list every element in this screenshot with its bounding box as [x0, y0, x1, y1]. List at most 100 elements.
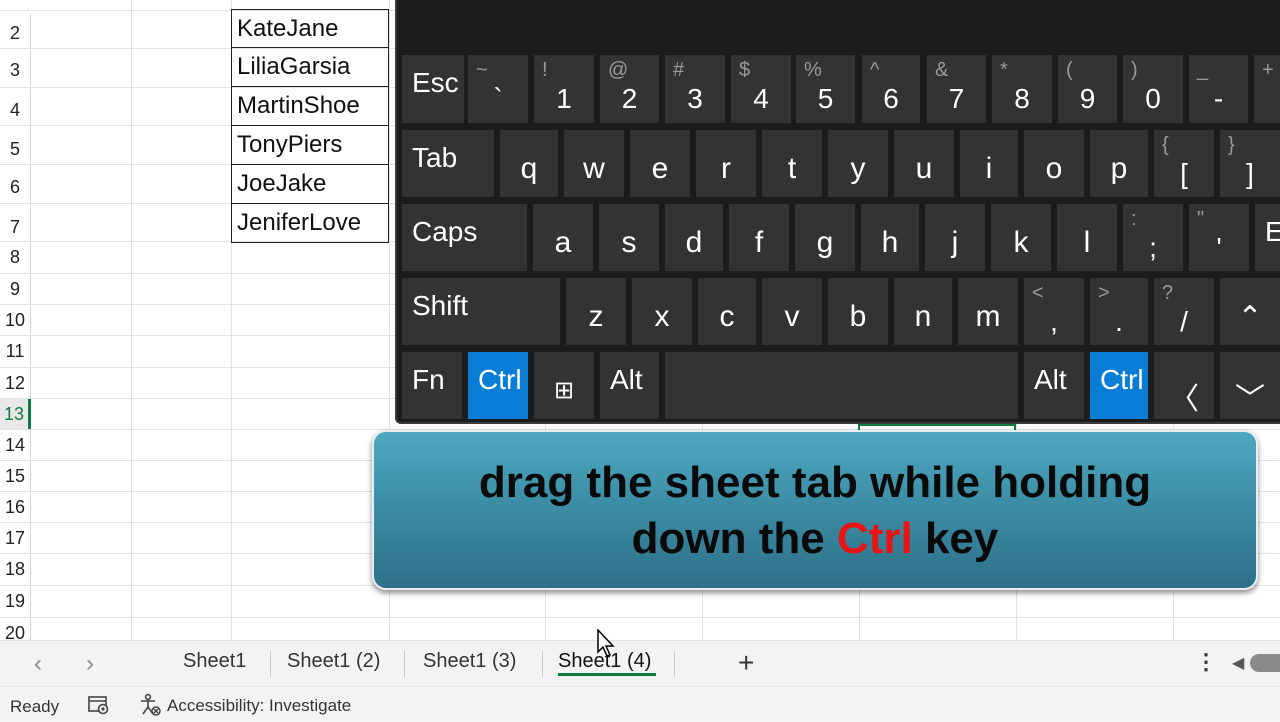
key-][interactable]: }] [1220, 130, 1280, 197]
key-〈[interactable]: 〈 [1154, 352, 1214, 419]
key-shift-label: ) [1131, 59, 1138, 81]
key-alt[interactable]: Alt [1024, 352, 1084, 419]
key-.[interactable]: >. [1090, 278, 1148, 345]
macro-recorder-icon[interactable] [88, 695, 110, 720]
key-x[interactable]: x [632, 278, 692, 345]
key-ctrl[interactable]: Ctrl [1090, 352, 1148, 419]
name-cell[interactable]: JeniferLove [231, 204, 389, 243]
key-shift[interactable]: Shift [402, 278, 560, 345]
key-[[interactable]: {[ [1154, 130, 1214, 197]
key-fn[interactable]: Fn [402, 352, 462, 419]
key-caps[interactable]: Caps [402, 204, 527, 271]
key-label: s [621, 226, 637, 259]
key-p[interactable]: p [1090, 130, 1148, 197]
key-'[interactable]: " ' [1189, 204, 1249, 271]
sheet-tab-1[interactable]: Sheet1 [183, 650, 246, 673]
row-number[interactable]: 13 [0, 399, 31, 430]
sheet-tab-3[interactable]: Sheet1 (3) [423, 650, 516, 673]
key-r[interactable]: r [696, 130, 756, 197]
key-9[interactable]: (9 [1058, 55, 1117, 123]
key-a[interactable]: a [533, 204, 593, 271]
key-g[interactable]: g [795, 204, 855, 271]
key--[interactable]: _ - [1189, 55, 1248, 123]
key-l[interactable]: l [1057, 204, 1117, 271]
key-8[interactable]: * 8 [992, 55, 1052, 123]
name-cell[interactable]: TonyPiers [231, 126, 389, 165]
add-sheet-button[interactable]: + [738, 647, 754, 679]
key-2[interactable]: @2 [600, 55, 659, 123]
key-t[interactable]: t [762, 130, 822, 197]
key-`[interactable]: ~ ` [468, 55, 528, 123]
key-f[interactable]: f [729, 204, 789, 271]
key-v[interactable]: v [762, 278, 822, 345]
row-number[interactable]: 8 [0, 242, 31, 273]
key-/[interactable]: ? / [1154, 278, 1214, 345]
key-﹀[interactable]: ﹀ [1220, 352, 1280, 419]
horizontal-scrollbar[interactable] [1250, 654, 1280, 672]
key-h[interactable]: h [861, 204, 919, 271]
name-cell[interactable]: KateJane [231, 9, 389, 48]
row-number[interactable]: 14 [0, 430, 31, 461]
key-d[interactable]: d [665, 204, 723, 271]
key-u[interactable]: u [894, 130, 954, 197]
key-w[interactable]: w [564, 130, 624, 197]
key-7[interactable]: & 7 [927, 55, 986, 123]
row-number[interactable]: 3 [0, 51, 31, 90]
key-i[interactable]: i [960, 130, 1018, 197]
key-ctrl[interactable]: Ctrl [468, 352, 528, 419]
key-e[interactable]: e [630, 130, 690, 197]
tab-separator [542, 651, 543, 677]
key-space[interactable] [665, 352, 1018, 419]
row-number[interactable]: 15 [0, 461, 31, 492]
row-number[interactable]: 20 [0, 618, 31, 640]
key-tab[interactable]: Tab [402, 130, 494, 197]
row-number[interactable]: 12 [0, 368, 31, 399]
grid-column-line [131, 0, 132, 640]
key-s[interactable]: s [599, 204, 659, 271]
key-1[interactable]: ! 1 [534, 55, 594, 123]
row-number[interactable]: 16 [0, 492, 31, 523]
key-z[interactable]: z [566, 278, 626, 345]
key-b[interactable]: b [828, 278, 888, 345]
key-5[interactable]: % 5 [796, 55, 855, 123]
row-number[interactable]: 9 [0, 274, 31, 305]
key-⌃[interactable]: ⌃ [1220, 278, 1280, 345]
row-number[interactable]: 18 [0, 554, 31, 585]
key-4[interactable]: $4 [731, 55, 791, 123]
key-;[interactable]: :; [1123, 204, 1183, 271]
row-number[interactable]: 6 [0, 168, 31, 207]
key-o[interactable]: o [1024, 130, 1084, 197]
row-number[interactable]: 19 [0, 586, 31, 617]
sheet-tab-2[interactable]: Sheet1 (2) [287, 650, 380, 673]
key-q[interactable]: q [500, 130, 558, 197]
row-number[interactable]: 17 [0, 523, 31, 554]
next-sheet-icon[interactable]: › [86, 650, 94, 678]
key-,[interactable]: <, [1024, 278, 1084, 345]
key-y[interactable]: y [828, 130, 888, 197]
row-number[interactable]: 10 [0, 305, 31, 336]
key-c[interactable]: c [698, 278, 756, 345]
key-n[interactable]: n [894, 278, 952, 345]
row-number[interactable]: 11 [0, 336, 31, 367]
key-j[interactable]: j [925, 204, 985, 271]
prev-sheet-icon[interactable]: ‹ [34, 650, 42, 678]
key-shift-label: ^ [870, 59, 880, 81]
key-er[interactable]: Er [1255, 204, 1280, 271]
scroll-left-icon[interactable]: ◀ [1232, 653, 1244, 673]
key-esc[interactable]: Esc [402, 55, 464, 123]
name-cell[interactable]: JoeJake [231, 165, 389, 204]
key-0[interactable]: ) 0 [1123, 55, 1183, 123]
name-cell[interactable]: LiliaGarsia [231, 48, 389, 87]
accessibility-status[interactable]: Accessibility: Investigate [167, 696, 351, 716]
name-cell[interactable]: MartinShoe [231, 87, 389, 126]
key-6[interactable]: ^ 6 [862, 55, 920, 123]
key-⊞[interactable]: ⊞ [534, 352, 594, 419]
key-k[interactable]: k [991, 204, 1051, 271]
key-3[interactable]: #3 [665, 55, 725, 123]
more-options-icon[interactable]: ⋮ [1195, 649, 1217, 675]
key-m[interactable]: m [958, 278, 1018, 345]
key-label: , [1050, 306, 1058, 337]
key-alt[interactable]: Alt [600, 352, 659, 419]
key-+[interactable]: + [1254, 55, 1280, 123]
accessibility-icon[interactable] [138, 693, 162, 722]
